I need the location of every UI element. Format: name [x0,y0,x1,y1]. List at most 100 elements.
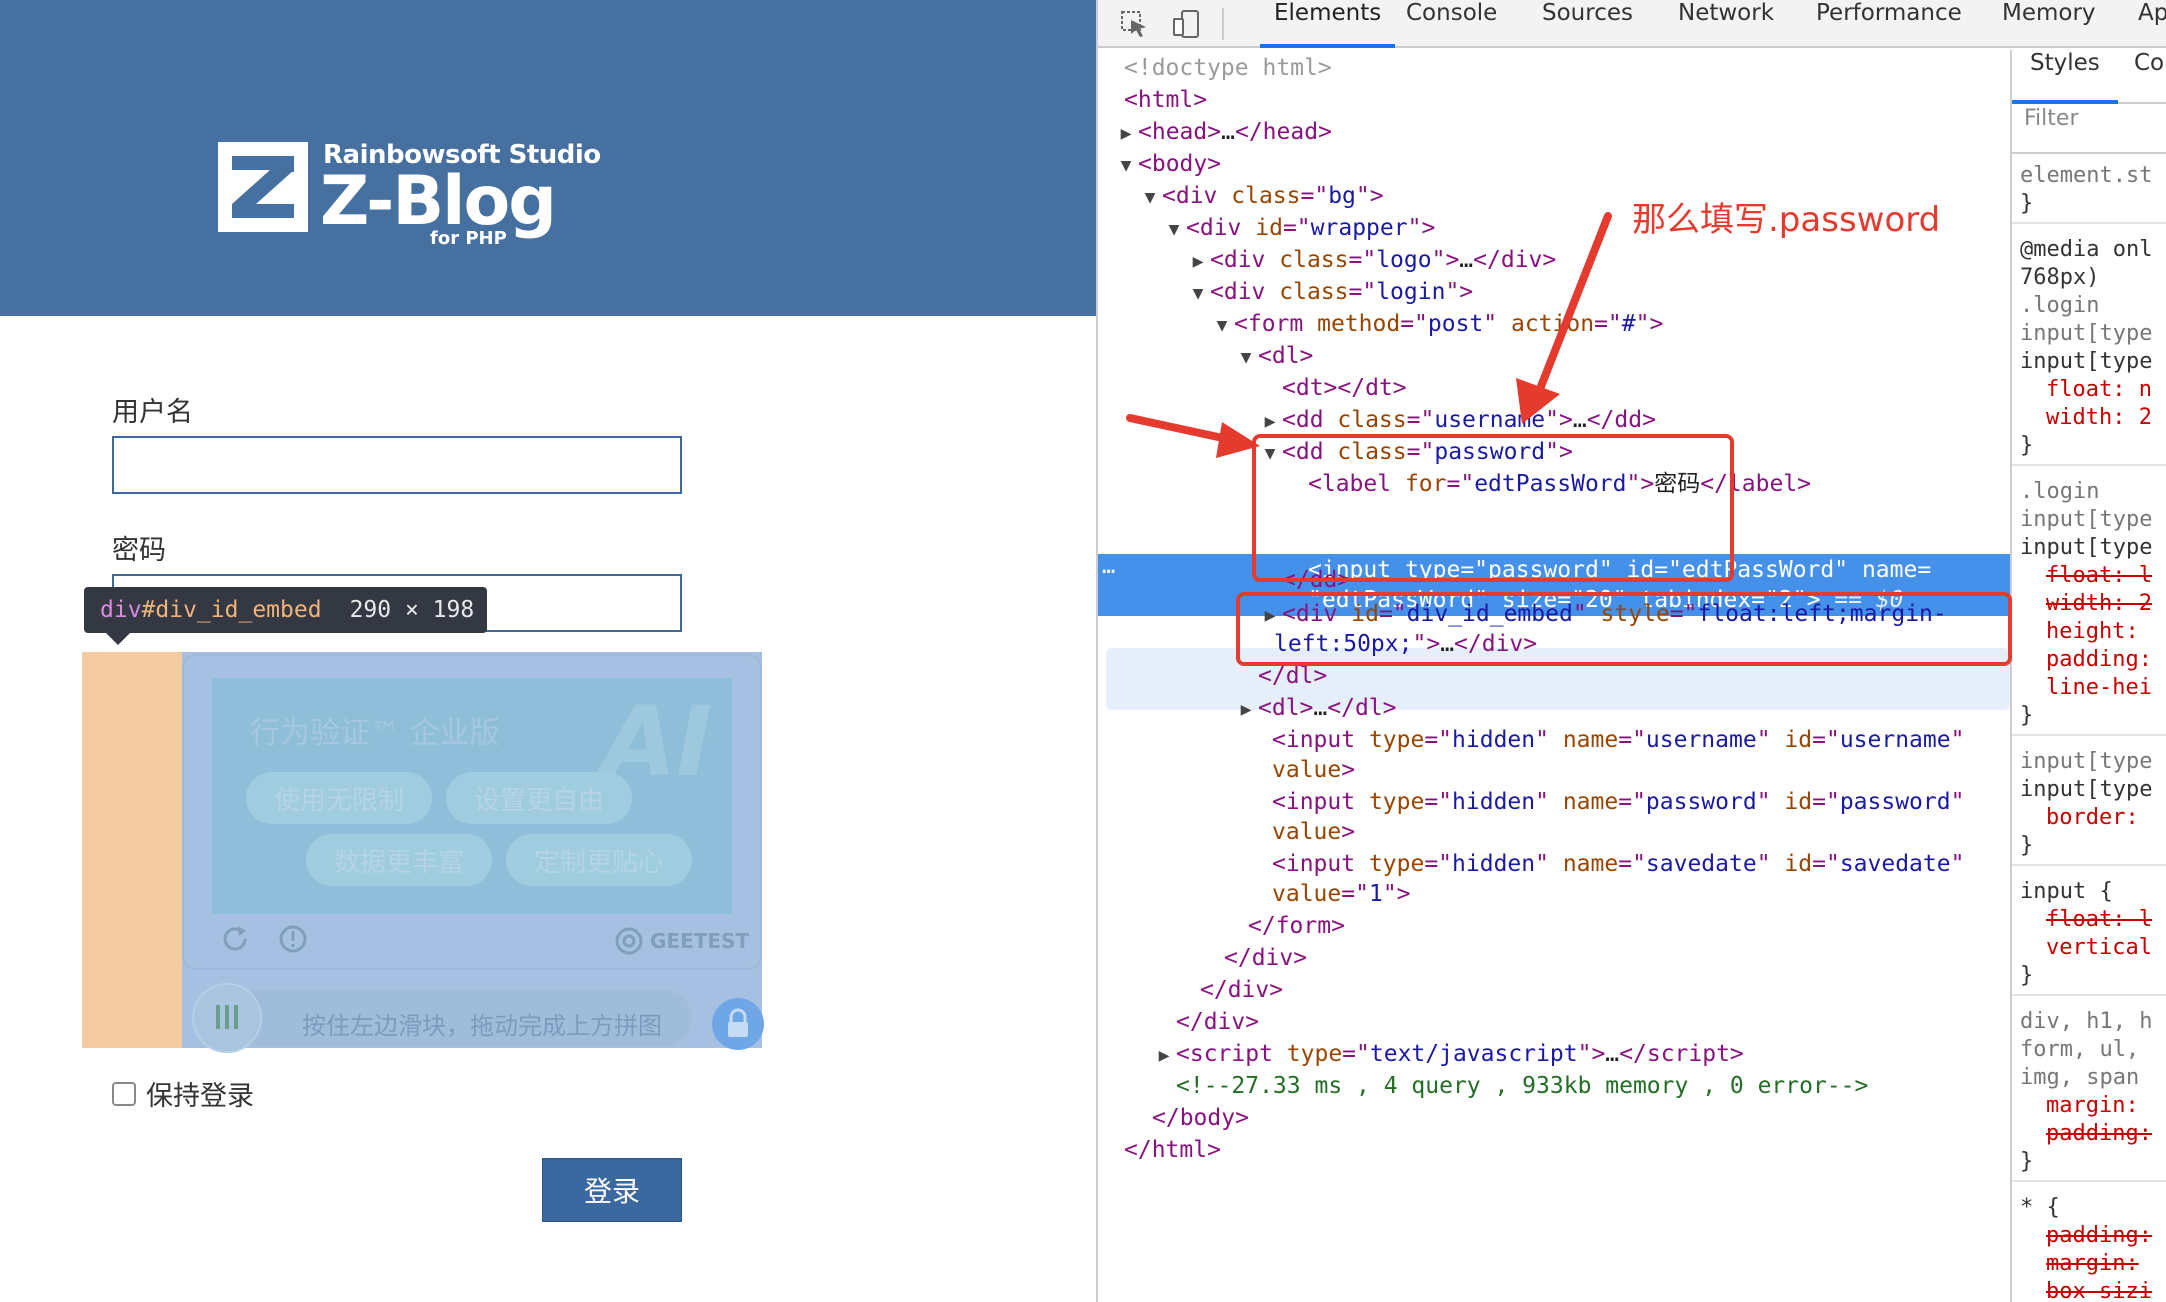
tab-memory[interactable]: Memory [2002,0,2096,48]
style-divider [2012,994,2166,996]
dom-line: </body> [1152,1105,1249,1131]
dom-line[interactable]: ▼ <body> [1114,148,2010,180]
style-divider [2012,222,2166,224]
device-toggle-icon[interactable] [1170,8,1202,40]
more-dots[interactable]: … [1102,554,1115,579]
style-line: @media onl [2020,237,2153,262]
dom-line[interactable]: ▼ <div class="login"> [1186,276,2010,308]
dom-line[interactable]: ▶ <dd class="username">…</dd> [1258,404,2010,436]
dom-line[interactable]: ▶ <script type="text/javascript">…</scrip… [1152,1038,2010,1070]
dom-line[interactable]: ▼ <dl> [1234,340,2010,372]
style-prop[interactable]: padding: [2046,1222,2152,1250]
style-line: input { [2020,879,2113,904]
username-input[interactable] [112,436,682,494]
tab-performance[interactable]: Performance [1816,0,1962,48]
style-line: 768px) [2020,265,2100,290]
dom-line: <html> [1124,87,1208,113]
style-line: } [2020,833,2034,858]
inspect-tooltip: div #div_id_embed 290 × 198 [84,587,487,633]
geetest-logo-icon [615,927,643,955]
zblog-logo[interactable]: Rainbowsoft Studio Z-Blog for PHP [218,140,601,252]
dom-line: <input type="hidden" name="savedate" id=… [1272,851,1965,877]
style-line: } [2020,1149,2034,1174]
tooltip-size: 290 × 198 [349,597,475,623]
tooltip-tag: div [100,597,142,623]
style-line: * { [2020,1195,2060,1220]
info-icon[interactable] [276,922,310,956]
tab-network[interactable]: Network [1678,0,1774,48]
remember-label: 保持登录 [146,1081,254,1112]
captcha-lock-button[interactable] [712,998,764,1050]
style-prop[interactable]: float: l [2046,562,2152,590]
logo-sub-text: for PHP [430,228,507,249]
styles-filter-input[interactable]: Filter [2012,106,2166,154]
style-line: } [2020,191,2034,216]
style-divider [2012,464,2166,466]
dom-line: </form> [1248,913,1345,939]
style-line: .login [2020,293,2100,318]
toolbar-divider [1222,8,1224,40]
captcha-slider-handle[interactable] [192,983,262,1053]
style-divider [2012,864,2166,866]
style-prop[interactable]: margin: [2046,1092,2139,1120]
style-line: element.st [2020,163,2153,188]
style-line: } [2020,433,2034,458]
tooltip-arrow [106,633,130,645]
inspect-margin-highlight [82,652,182,1048]
dom-line: <input type="hidden" name="password" id=… [1272,789,1965,815]
dom-comment: <!--27.33 ms , 4 query , 933kb memory , … [1176,1073,1869,1099]
grip-icon [216,1005,238,1029]
inspect-cursor-icon[interactable] [1118,8,1150,40]
password-label: 密码 [112,535,166,566]
devtools-toolbar: Elements Console Sources Network Perform… [1098,0,2166,48]
login-button[interactable]: 登录 [542,1158,682,1222]
captcha-image: AI 行为验证™ 企业版 使用无限制 设置更自由 数据更丰富 定制更贴心 [212,678,732,914]
style-prop[interactable]: height: [2046,618,2139,646]
style-prop[interactable]: border: [2046,804,2139,832]
dom-line: value> [1272,757,1356,783]
geetest-brand: GEETEST [614,926,749,956]
style-divider [2012,1180,2166,1182]
dom-line[interactable]: ▼ <form method="post" action="#"> [1210,308,2010,340]
lock-icon [728,1008,748,1037]
style-prop[interactable]: float: l [2046,906,2152,934]
style-divider [2012,734,2166,736]
tab-sources[interactable]: Sources [1542,0,1633,48]
style-prop[interactable]: padding: [2046,1120,2152,1148]
dom-line[interactable]: ▶ <head>…</head> [1114,116,2010,148]
tab-application[interactable]: Ap [2138,0,2166,48]
captcha-chip: 使用无限制 [246,772,432,824]
style-line: input[type [2020,749,2153,774]
captcha-title: 行为验证™ 企业版 [250,716,500,751]
dom-line: value="1"> [1272,881,1411,907]
tab-elements[interactable]: Elements [1260,0,1396,48]
geetest-brand-text: GEETEST [650,929,750,953]
captcha-chip: 数据更丰富 [306,834,492,886]
dom-line[interactable]: ▶ <div class="logo">…</div> [1186,244,2010,276]
tab-computed[interactable]: Co [2134,50,2164,104]
tab-styles[interactable]: Styles [2012,50,2118,104]
dom-line[interactable]: ▶ <dl>…</dl> [1234,692,2010,724]
style-prop[interactable]: margin: [2046,1250,2139,1278]
style-line: input[type [2020,535,2153,560]
captcha-chip: 定制更贴心 [506,834,692,886]
style-prop[interactable]: vertical [2046,934,2152,962]
style-prop[interactable]: width: 2 [2046,590,2152,618]
style-prop[interactable]: float: n [2046,376,2152,404]
annotation-box-embed [1236,592,2012,666]
header-banner: Rainbowsoft Studio Z-Blog for PHP [0,0,1096,316]
captcha-chip: 设置更自由 [446,772,632,824]
refresh-icon[interactable] [218,922,252,956]
remember-login[interactable]: 保持登录 [112,1074,254,1113]
style-prop[interactable]: box-sizi [2046,1278,2152,1302]
tooltip-selector: #div_id_embed [141,597,322,623]
style-prop[interactable]: padding: [2046,646,2152,674]
dom-line: </div> [1176,1009,1260,1035]
username-label: 用户名 [112,397,193,428]
style-prop[interactable]: line-hei [2046,674,2152,702]
remember-checkbox[interactable] [112,1081,136,1106]
style-prop[interactable]: width: 2 [2046,404,2152,432]
captcha-toolbar: GEETEST [212,922,749,962]
annotation-text: 那么填写.password [1632,200,1941,240]
tab-console[interactable]: Console [1406,0,1497,48]
